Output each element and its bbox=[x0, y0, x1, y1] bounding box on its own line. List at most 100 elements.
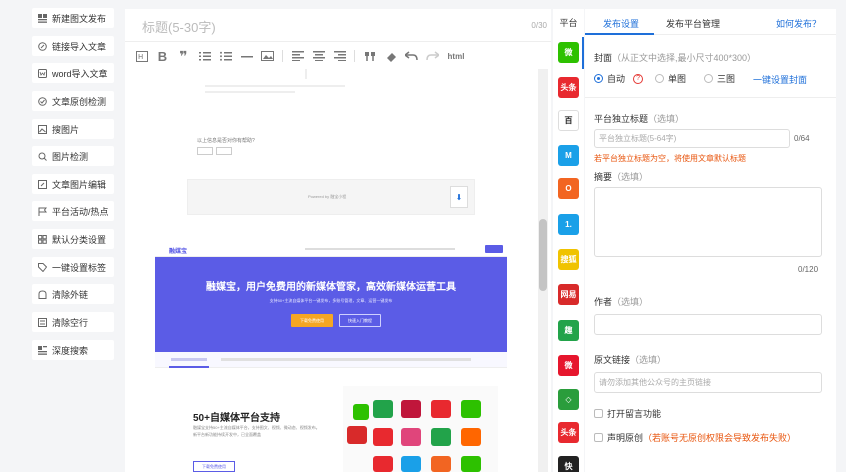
redo-icon[interactable] bbox=[422, 47, 443, 65]
preview-vote-buttons bbox=[197, 147, 232, 155]
eraser-icon[interactable] bbox=[380, 47, 401, 65]
align-left-icon[interactable] bbox=[287, 47, 308, 65]
image-icon[interactable] bbox=[257, 47, 278, 65]
cover-option-auto[interactable]: 自动 ? bbox=[594, 72, 644, 85]
title-row: 标题(5-30字) 0/30 bbox=[125, 9, 551, 42]
preview-support-title: 50+自媒体平台支持 bbox=[193, 413, 280, 424]
cover-option-single[interactable]: 单图 bbox=[655, 72, 686, 85]
tool-label: 默认分类设置 bbox=[52, 234, 107, 245]
editor-scroll-thumb[interactable] bbox=[539, 219, 547, 291]
original-warning: （若账号无原创权限会导致发布失败） bbox=[643, 433, 797, 443]
preview-qr-icon: ⬇ bbox=[450, 186, 468, 208]
tool-label: 清除外链 bbox=[52, 289, 89, 300]
baijiahao-icon[interactable]: 百 bbox=[558, 110, 579, 131]
title-input[interactable]: 标题(5-30字) bbox=[142, 17, 216, 36]
image-search-icon bbox=[38, 124, 47, 134]
summary-label-text: 摘要 bbox=[594, 172, 613, 182]
heading-icon[interactable]: H bbox=[131, 47, 152, 65]
kuaibao-icon[interactable]: 快 bbox=[558, 456, 579, 472]
summary-count: 0/120 bbox=[798, 265, 819, 274]
sohu-icon[interactable]: O bbox=[558, 178, 579, 199]
platform-header: 平台 bbox=[559, 17, 578, 28]
preview-headline: 融媒宝，用户免费用的新媒体管家，高效新媒体运营工具 bbox=[206, 282, 456, 293]
tool-label: 清除空行 bbox=[52, 317, 89, 328]
word-icon bbox=[38, 68, 47, 78]
tool-tag-button[interactable]: 一键设置标签 bbox=[32, 257, 114, 277]
right-scroll-gutter bbox=[837, 0, 846, 472]
divider-icon[interactable] bbox=[236, 47, 257, 65]
align-center-icon[interactable] bbox=[308, 47, 329, 65]
preview-question: 以上信息是否对你有帮助? bbox=[197, 138, 255, 144]
tool-word-button[interactable]: word导入文章 bbox=[32, 63, 114, 83]
toutiao2-icon[interactable]: 头条 bbox=[558, 422, 579, 443]
preview-feature-strip bbox=[155, 352, 507, 368]
radio-selected-icon bbox=[594, 74, 603, 83]
comment-label: 打开留言功能 bbox=[607, 409, 662, 419]
tool-clear-lines-button[interactable]: 清除空行 bbox=[32, 312, 114, 332]
tool-deep-search-button[interactable]: 深度搜索 bbox=[32, 340, 114, 360]
align-right-icon[interactable] bbox=[329, 47, 350, 65]
html-source-button[interactable]: html bbox=[443, 47, 469, 65]
editor-content[interactable]: 以上信息是否对你有帮助? Powered by 融宝小程 ⬇ 融媒宝 融媒宝，用… bbox=[125, 69, 551, 472]
tool-grid-button[interactable]: 新建图文发布 bbox=[32, 8, 114, 28]
dayu-icon[interactable]: M bbox=[558, 145, 579, 166]
tool-image-search-button[interactable]: 搜图片 bbox=[32, 119, 114, 139]
cover-option-label: 自动 bbox=[607, 74, 626, 84]
summary-label: 摘要（选填） bbox=[594, 170, 648, 183]
svg-text:H: H bbox=[138, 53, 143, 61]
tool-unlink-button[interactable]: 清除外链 bbox=[32, 284, 114, 304]
cover-label: 封面（从正文中选择,最小尺寸400*300） bbox=[594, 51, 756, 64]
bold-icon[interactable]: B bbox=[152, 47, 173, 65]
tool-check-circle-button[interactable]: 文章原创检测 bbox=[32, 91, 114, 111]
optional-hint: （选填） bbox=[612, 297, 649, 307]
toolbar-divider bbox=[354, 50, 355, 62]
article-editor: 标题(5-30字) 0/30 H B ❞ html 以上信息是否对你有帮助? P… bbox=[125, 9, 551, 472]
tool-flag-button[interactable]: 平台活动/热点 bbox=[32, 201, 114, 221]
preview-faded-top bbox=[185, 69, 485, 111]
tool-label: 一键设置标签 bbox=[52, 262, 107, 273]
wechat-icon[interactable]: 微 bbox=[558, 42, 579, 63]
tool-label: 链接导入文章 bbox=[52, 41, 107, 52]
preview-page: 融媒宝 融媒宝，用户免费用的新媒体管家，高效新媒体运营工具 支持50+主流自媒体… bbox=[155, 241, 507, 472]
deep-search-icon bbox=[38, 345, 47, 355]
tool-edit-image-button[interactable]: 文章图片编辑 bbox=[32, 174, 114, 194]
source-link-input[interactable]: 请勿添加其他公众号的主页链接 bbox=[594, 372, 822, 393]
tab-platform-management[interactable]: 发布平台管理 bbox=[666, 17, 720, 30]
tool-image-check-button[interactable]: 图片检测 bbox=[32, 146, 114, 166]
wangyi-icon[interactable]: 网易 bbox=[558, 284, 579, 305]
tool-label: 图片检测 bbox=[52, 151, 89, 162]
unlink-icon bbox=[38, 289, 47, 299]
qutoutiao-icon[interactable]: 趣 bbox=[558, 320, 579, 341]
toutiao-icon[interactable]: 头条 bbox=[558, 77, 579, 98]
how-to-publish-link[interactable]: 如何发布？ bbox=[776, 17, 821, 30]
weibo-icon[interactable]: 微 bbox=[558, 355, 579, 376]
quote-icon[interactable]: ❞ bbox=[173, 47, 194, 65]
undo-icon[interactable] bbox=[401, 47, 422, 65]
tab-publish-settings[interactable]: 发布设置 bbox=[603, 17, 639, 30]
help-icon[interactable]: ? bbox=[633, 73, 644, 84]
platform-title-input[interactable]: 平台独立标题(5-64字) bbox=[594, 129, 790, 148]
yidian-icon[interactable]: 1. bbox=[558, 214, 579, 235]
original-checkbox[interactable]: 声明原创 （若账号无原创权限会导致发布失败） bbox=[594, 431, 796, 444]
tool-link-button[interactable]: 链接导入文章 bbox=[32, 36, 114, 56]
flag-icon bbox=[38, 207, 47, 216]
editor-toolbar: H B ❞ html bbox=[125, 44, 551, 68]
optional-hint: （选填） bbox=[648, 114, 685, 124]
dafeng-icon[interactable]: ◇ bbox=[558, 389, 579, 410]
ordered-list-icon[interactable] bbox=[194, 47, 215, 65]
summary-textarea[interactable] bbox=[594, 187, 822, 257]
author-label-text: 作者 bbox=[594, 297, 613, 307]
one-click-cover-link[interactable]: 一键设置封面 bbox=[753, 73, 807, 86]
author-input[interactable] bbox=[594, 314, 822, 335]
souhu-news-icon[interactable]: 搜狐 bbox=[558, 249, 579, 270]
comment-checkbox[interactable]: 打开留言功能 bbox=[594, 407, 661, 420]
unordered-list-icon[interactable] bbox=[215, 47, 236, 65]
preview-support-button: 下载免费使用 bbox=[193, 461, 235, 472]
format-painter-icon[interactable] bbox=[359, 47, 380, 65]
cover-label-text: 封面 bbox=[594, 53, 613, 63]
radio-icon bbox=[704, 74, 713, 83]
edit-image-icon bbox=[38, 179, 47, 189]
optional-hint: （选填） bbox=[612, 172, 649, 182]
cover-option-triple[interactable]: 三图 bbox=[704, 72, 735, 85]
tool-category-button[interactable]: 默认分类设置 bbox=[32, 229, 114, 249]
